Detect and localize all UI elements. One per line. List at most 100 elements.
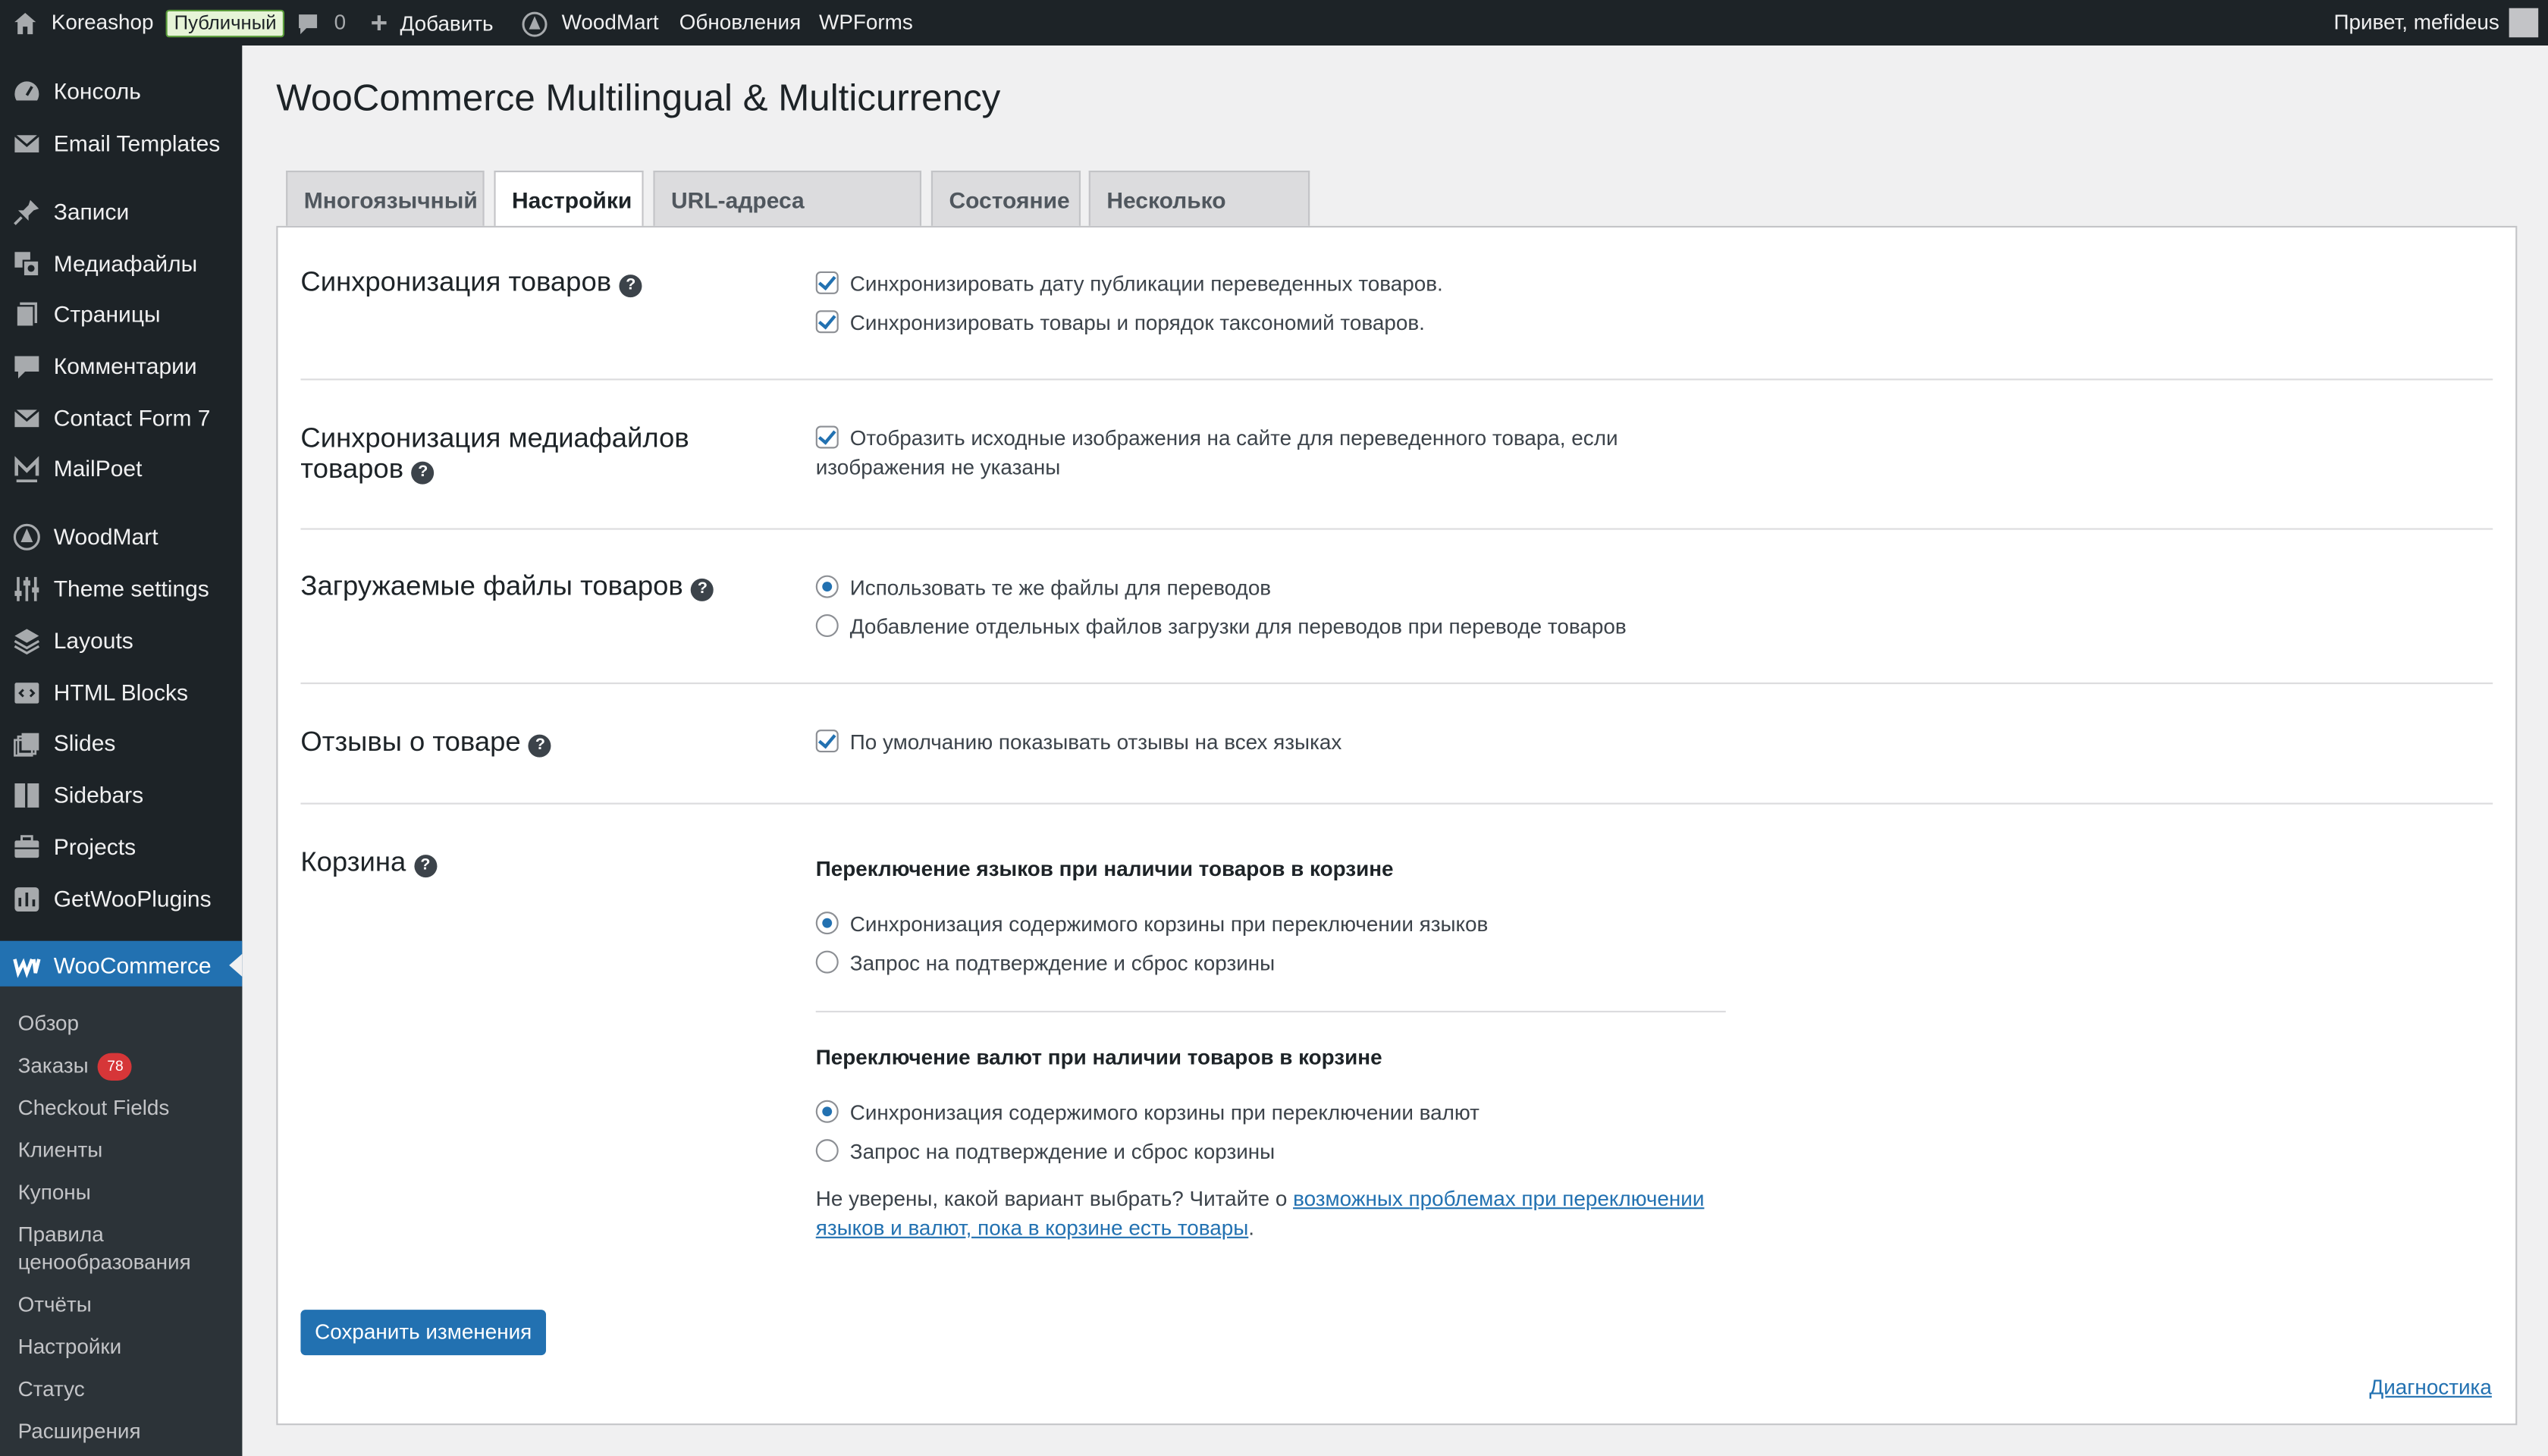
tab-multicurrency[interactable]: Несколько валют <box>1088 171 1310 268</box>
section-divider <box>300 682 2493 685</box>
radio[interactable] <box>815 1139 839 1163</box>
submenu-item-orders[interactable]: Заказы 78 <box>18 1051 133 1081</box>
sidebar-item-console[interactable]: Консоль <box>0 67 242 115</box>
comments-link[interactable]: 0 <box>296 0 346 46</box>
option-same-files[interactable]: Использовать те же файлы для переводов <box>815 573 1271 603</box>
submenu-label: Купоны <box>17 1179 91 1204</box>
help-icon[interactable]: ? <box>411 461 435 485</box>
submenu-item-extensions[interactable]: Расширения <box>18 1417 141 1445</box>
save-changes-button[interactable]: Сохранить изменения <box>300 1310 547 1356</box>
sidebar-item-media[interactable]: Медиафайлы <box>0 239 242 287</box>
sidebar-item-email-templates[interactable]: Email Templates <box>0 118 242 167</box>
mailpoet-icon <box>14 456 39 482</box>
sidebar-item-woodmart[interactable]: WoodMart <box>0 512 242 560</box>
sidebar-item-label: Sidebars <box>53 781 144 808</box>
avatar[interactable] <box>2509 8 2539 38</box>
section-title-downloads: Загружаемые файлы товаров? <box>300 570 714 601</box>
sidebar-item-label: Страницы <box>53 300 161 327</box>
woodmart-link[interactable]: WoodMart <box>522 0 659 46</box>
checkbox[interactable] <box>815 271 839 294</box>
option-label: изображения не указаны <box>815 455 1061 480</box>
sidebar-item-projects[interactable]: Projects <box>0 822 242 871</box>
sidebar-item-label: Консоль <box>53 77 141 105</box>
radio[interactable] <box>815 575 839 598</box>
cart-issues-link[interactable]: возможных проблемах при переключении <box>1293 1186 1704 1210</box>
section-title-text: Синхронизация медиафайлов <box>300 422 689 453</box>
option-label: Синхронизация содержимого корзины при пе… <box>849 912 1489 937</box>
option-sync-publish-date[interactable]: Синхронизировать дату публикации перевед… <box>815 270 1443 300</box>
tab-multilingual[interactable]: Многоязычный <box>286 171 485 226</box>
sidebar-item-getwooplugins[interactable]: GetWooPlugins <box>0 874 242 923</box>
checkbox[interactable] <box>815 310 839 334</box>
submenu-item-customers[interactable]: Клиенты <box>18 1136 103 1163</box>
sidebar-item-layouts[interactable]: Layouts <box>0 616 242 664</box>
wpforms-link[interactable]: WPForms <box>819 0 913 46</box>
radio[interactable] <box>815 614 839 638</box>
email-icon <box>14 409 40 428</box>
submenu-label: Правила ценообразования <box>17 1222 191 1275</box>
submenu-item-pricing-rules[interactable]: Правила ценообразования <box>18 1220 221 1276</box>
section-title-reviews: Отзывы о товаре? <box>300 726 552 758</box>
sidebar-item-mailpoet[interactable]: MailPoet <box>0 444 242 492</box>
sidebar-item-contact-form[interactable]: Contact Form 7 <box>0 394 242 442</box>
option-label: По умолчанию показывать отзывы на всех я… <box>849 730 1342 755</box>
option-label: Добавление отдельных файлов загрузки для… <box>849 614 1627 639</box>
submenu-item-coupons[interactable]: Купоны <box>18 1178 91 1206</box>
pages-icon <box>15 302 38 328</box>
help-icon[interactable]: ? <box>691 578 714 601</box>
updates-link[interactable]: Обновления <box>679 0 801 46</box>
option-show-reviews-all-languages[interactable]: По умолчанию показывать отзывы на всех я… <box>815 728 1342 758</box>
option-sync-taxonomy-order[interactable]: Синхронизировать товары и порядок таксон… <box>815 309 1425 338</box>
add-new-label: Добавить <box>400 11 494 36</box>
sidebar-item-theme-settings[interactable]: Theme settings <box>0 564 242 613</box>
comment-icon <box>299 14 318 34</box>
cart-issues-link[interactable]: языков и валют, пока в корзине есть това… <box>816 1216 1249 1240</box>
add-new-link[interactable]: + Добавить <box>371 0 494 46</box>
option-separate-files[interactable]: Добавление отдельных файлов загрузки для… <box>815 613 1627 642</box>
sidebar-item-comments[interactable]: Комментарии <box>0 341 242 390</box>
submenu-item-checkout-fields[interactable]: Checkout Fields <box>18 1094 170 1121</box>
sidebar-item-posts[interactable]: Записи <box>0 187 242 235</box>
submenu-item-settings[interactable]: Настройки <box>18 1332 122 1360</box>
sidebar-item-sidebars[interactable]: Sidebars <box>0 770 242 819</box>
checkbox[interactable] <box>815 425 839 449</box>
option-cart-reset-languages[interactable]: Запрос на подтверждение и сброс корзины <box>815 949 1275 978</box>
radio[interactable] <box>815 1100 839 1123</box>
sidebar-item-woocommerce[interactable]: WooCommerce <box>0 940 243 990</box>
diagnostics-link[interactable]: Диагностика <box>2369 1375 2492 1399</box>
help-icon[interactable]: ? <box>413 855 437 878</box>
sidebar-item-pages[interactable]: Страницы <box>0 289 242 337</box>
radio[interactable] <box>815 912 839 935</box>
section-title-product-sync: Синхронизация товаров? <box>300 266 642 298</box>
site-link[interactable]: Koreashop Публичный <box>13 0 285 46</box>
site-name: Koreashop <box>51 9 154 35</box>
submenu-item-status[interactable]: Статус <box>18 1375 85 1402</box>
radio[interactable] <box>815 950 839 974</box>
section-title-text: Отзывы о товаре <box>300 726 521 758</box>
user-greeting[interactable]: Привет, mefideus <box>2333 0 2499 46</box>
option-cart-sync-currencies[interactable]: Синхронизация содержимого корзины при пе… <box>815 1099 1480 1128</box>
tab-status[interactable]: Состояние <box>930 171 1081 226</box>
help-icon[interactable]: ? <box>529 734 552 758</box>
submenu-item-reports[interactable]: Отчёты <box>18 1290 92 1317</box>
page-title: WooCommerce Multilingual & Multicurrency <box>276 76 1001 119</box>
checkbox[interactable] <box>815 730 839 753</box>
sidebar-item-label: GetWooPlugins <box>53 885 212 912</box>
submenu-item-overview[interactable]: Обзор <box>18 1009 79 1037</box>
plus-icon: + <box>370 6 388 39</box>
help-icon[interactable]: ? <box>619 275 642 298</box>
tab-settings[interactable]: Настройки <box>494 171 644 228</box>
submenu-label: Заказы <box>17 1053 89 1078</box>
sidebar-item-html-blocks[interactable]: HTML Blocks <box>0 668 242 717</box>
sidebar-item-slides[interactable]: Slides <box>0 718 242 767</box>
option-show-original-images[interactable]: Отобразить исходные изображения на сайте… <box>815 424 1618 482</box>
option-label: Отобразить исходные изображения на сайте… <box>849 425 1618 450</box>
option-cart-sync-languages[interactable]: Синхронизация содержимого корзины при пе… <box>815 910 1489 940</box>
pin-icon <box>14 199 39 225</box>
cart-language-heading: Переключение языков при наличии товаров … <box>815 856 1394 881</box>
option-label: Синхронизировать дату публикации перевед… <box>849 271 1443 297</box>
tab-store-urls[interactable]: URL-адреса магазина <box>653 171 922 268</box>
section-divider <box>300 378 2493 381</box>
sidebar-item-label: HTML Blocks <box>53 679 188 706</box>
option-cart-reset-currencies[interactable]: Запрос на подтверждение и сброс корзины <box>815 1138 1275 1167</box>
